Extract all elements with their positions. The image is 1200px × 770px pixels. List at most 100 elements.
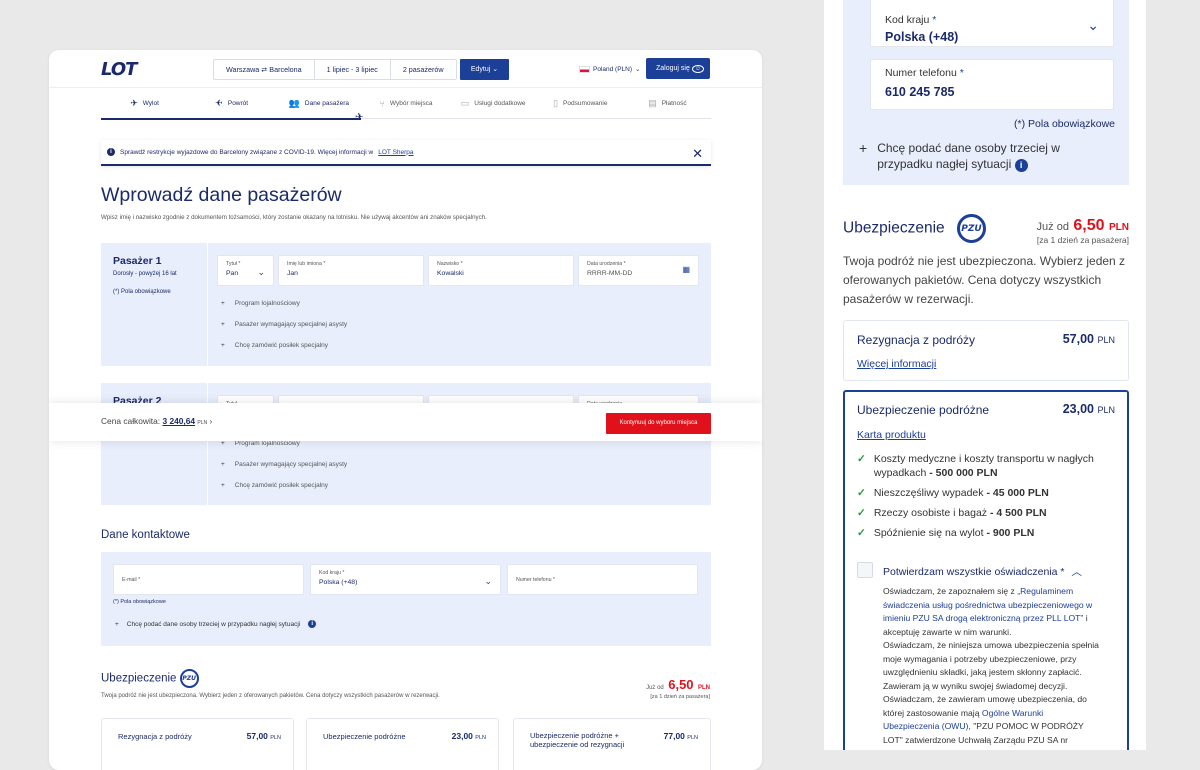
field-label-text: Numer telefonu — [885, 67, 957, 79]
total-price[interactable]: Cena całkowita: 3 240,64 PLN › — [101, 416, 212, 426]
declaration-text: Oświadczam, że zapoznałem się z — [883, 586, 1015, 596]
phone-input[interactable]: Numer telefonu * 610 245 785 — [870, 59, 1114, 110]
option-price: 23,00 — [1062, 402, 1094, 416]
contact-box: Kod kraju * Polska (+48) ⌄ Numer telefon… — [843, 0, 1129, 185]
option-name: Rezygnacja z podróży — [857, 333, 976, 347]
option-meal[interactable]: + Chcę zamówić posiłek specjalny — [221, 482, 328, 489]
insurance-title-text: Ubezpieczenie — [101, 672, 177, 685]
chevron-down-icon: ⌄ — [1087, 17, 1099, 33]
progress-line — [101, 117, 711, 120]
option-loyalty[interactable]: + Program lojalnościowy — [221, 300, 300, 307]
pzu-logo: PZU — [957, 214, 986, 243]
passenger-age: Dorosły - powyżej 16 lat — [113, 271, 177, 277]
plus-icon: + — [221, 482, 225, 489]
firstname-input[interactable]: Imię lub imiona * Jan — [278, 255, 424, 286]
step-powrot[interactable]: ✈ Powrót — [188, 98, 275, 109]
trip-summary[interactable]: Warszawa ⇄ Barcelona 1 lipiec - 3 lipiec… — [213, 59, 457, 80]
option-assistance[interactable]: + Pasażer wymagający specjalnej asysty — [221, 461, 347, 468]
field-value: RRRR-MM-DD — [587, 270, 633, 277]
insurance-card-travel[interactable]: Ubezpieczenie podróżne 23,00 PLN — [306, 718, 499, 770]
lot-logo[interactable]: LOT — [101, 59, 137, 80]
edit-button[interactable]: Edytuj ⌄ — [460, 59, 509, 80]
language-selector[interactable]: Poland (PLN) ⌄ — [579, 65, 640, 73]
card-name: Ubezpieczenie podróżne — [323, 732, 406, 741]
step-uslugi: ▭ Usługi dodatkowe — [450, 98, 537, 109]
insurance-option-travel[interactable]: Ubezpieczenie podróżne 23,00 PLN Karta p… — [843, 390, 1129, 750]
benefits-list: ✓ Koszty medyczne i koszty transportu w n… — [857, 452, 1112, 546]
price-value: 6,50 — [1073, 217, 1105, 234]
step-label: Płatność — [661, 100, 687, 107]
total-value: 3 240,64 — [162, 416, 196, 426]
top-bar: LOT Warszawa ⇄ Barcelona 1 lipiec - 3 li… — [49, 50, 762, 88]
birthdate-input[interactable]: Data urodzenia * RRRR-MM-DD ▦ — [578, 255, 699, 286]
step-label: Powrót — [227, 100, 249, 107]
phone-input[interactable]: Numer telefonu * — [507, 564, 698, 595]
option-label: Program lojalnościowy — [234, 440, 300, 447]
price-currency: PLN — [1109, 222, 1129, 233]
benefit-text: Nieszczęśliwy wypadek — [873, 487, 984, 499]
mobile-detail-panel: Kod kraju * Polska (+48) ⌄ Numer telefon… — [824, 0, 1146, 750]
more-info-link[interactable]: Więcej informacji — [857, 358, 936, 370]
insurance-card-resignation[interactable]: Rezygnacja z podróży 57,00 PLN — [101, 718, 294, 770]
continue-button[interactable]: Kontynuuj do wyboru miejsca — [606, 413, 711, 434]
option-assistance[interactable]: + Pasażer wymagający specjalnej asysty — [221, 321, 347, 328]
info-icon[interactable]: i — [308, 620, 317, 628]
passenger-name: Pasażer 1 — [113, 255, 162, 267]
plane-progress-icon: ✈ — [355, 112, 364, 123]
option-meal[interactable]: + Chcę zamówić posiłek specjalny — [221, 342, 328, 349]
third-party-label: Chcę podać dane osoby trzeciej w przypad… — [877, 141, 1060, 171]
benefit-item: ✓ Koszty medyczne i koszty transportu w n… — [857, 452, 1112, 480]
insurance-price: Już od 6,50 PLN [za 1 dzień za pasażera] — [646, 676, 710, 700]
country-code-select[interactable]: Kod kraju * Polska (+48) ⌄ — [310, 564, 501, 595]
alert-text: Sprawdź restrykcje wyjazdowe do Barcelon… — [120, 148, 374, 156]
option-label: Chcę zamówić posiłek specjalny — [234, 342, 329, 349]
benefit-amount: - 500 000 PLN — [929, 467, 998, 479]
email-input[interactable]: E-mail * — [113, 564, 304, 595]
option-loyalty[interactable]: + Program lojalnościowy — [221, 440, 300, 447]
login-button[interactable]: Zaloguj się ☺ — [646, 58, 710, 79]
product-card-link[interactable]: Karta produktu — [857, 429, 926, 441]
country-code-select[interactable]: Kod kraju * Polska (+48) ⌄ — [870, 0, 1114, 47]
covid-alert: i Sprawdź restrykcje wyjazdowe do Barcel… — [101, 140, 711, 166]
field-value: Jan — [287, 270, 298, 277]
confirm-checkbox[interactable] — [857, 562, 873, 578]
price-per: [za 1 dzień za pasażera] — [1036, 235, 1129, 245]
card-name: Ubezpieczenie podróżne + ubezpieczenie o… — [530, 731, 625, 749]
declaration-text: Oświadczam, że niniejsza umowa ubezpiecz… — [883, 640, 1099, 691]
summary-icon: ▯ — [553, 98, 559, 108]
lot-sherpa-link[interactable]: LOT Sherpa — [378, 149, 413, 156]
language-label: Poland (PLN) — [593, 65, 633, 73]
insurance-card-combo[interactable]: Ubezpieczenie podróżne + ubezpieczenie o… — [513, 718, 711, 770]
chevron-up-icon: ︿ — [1071, 566, 1082, 578]
step-wylot[interactable]: ✈ Wylot — [101, 98, 188, 109]
option-currency: PLN — [1097, 335, 1115, 345]
required-asterisk: * — [932, 14, 937, 26]
field-value: Kowalski — [437, 270, 464, 277]
option-name: Ubezpieczenie podróżne — [857, 403, 990, 417]
title-select[interactable]: Tytuł * Pan ⌄ — [217, 255, 274, 286]
edit-label: Edytuj — [470, 66, 491, 73]
third-party-toggle[interactable]: + Chcę podać dane osoby trzeciej w przypa… — [115, 620, 317, 628]
lastname-input[interactable]: Nazwisko * Kowalski — [428, 255, 574, 286]
option-price: 57,00 — [1062, 332, 1094, 346]
chevron-down-icon: ⌄ — [635, 66, 641, 73]
passenger-1-section: Pasażer 1 Dorosły - powyżej 16 lat (*) P… — [101, 243, 711, 366]
from-label: Już od — [646, 685, 664, 691]
chevron-down-icon: ⌄ — [484, 576, 492, 586]
required-note: (*) Pola obowiązkowe — [113, 289, 171, 295]
required-note: (*) Pola obowiązkowe — [1014, 118, 1115, 130]
insurance-option-resignation[interactable]: Rezygnacja z podróży 57,00 PLN Więcej in… — [843, 320, 1129, 381]
option-label: Pasażer wymagający specjalnej asysty — [234, 321, 348, 328]
calendar-icon[interactable]: ▦ — [682, 265, 690, 274]
benefit-amount: - 900 PLN — [986, 527, 1035, 539]
chevron-down-icon: ⌄ — [492, 66, 499, 73]
info-icon[interactable]: i — [1014, 159, 1028, 172]
step-dane-pasazera[interactable]: 👥 Dane pasażera — [275, 98, 362, 109]
check-icon: ✓ — [857, 453, 866, 465]
close-icon[interactable]: ✕ — [692, 146, 703, 162]
third-party-label: Chcę podać dane osoby trzeciej w przypad… — [126, 620, 301, 628]
check-icon: ✓ — [857, 487, 866, 499]
price-bar: Cena całkowita: 3 240,64 PLN › Kontynuuj… — [49, 403, 762, 441]
third-party-toggle[interactable]: + Chcę podać dane osoby trzeciej w przyp… — [859, 140, 1099, 172]
confirm-toggle[interactable]: Potwierdzam wszystkie oświadczenia * ︿ — [883, 564, 1082, 579]
